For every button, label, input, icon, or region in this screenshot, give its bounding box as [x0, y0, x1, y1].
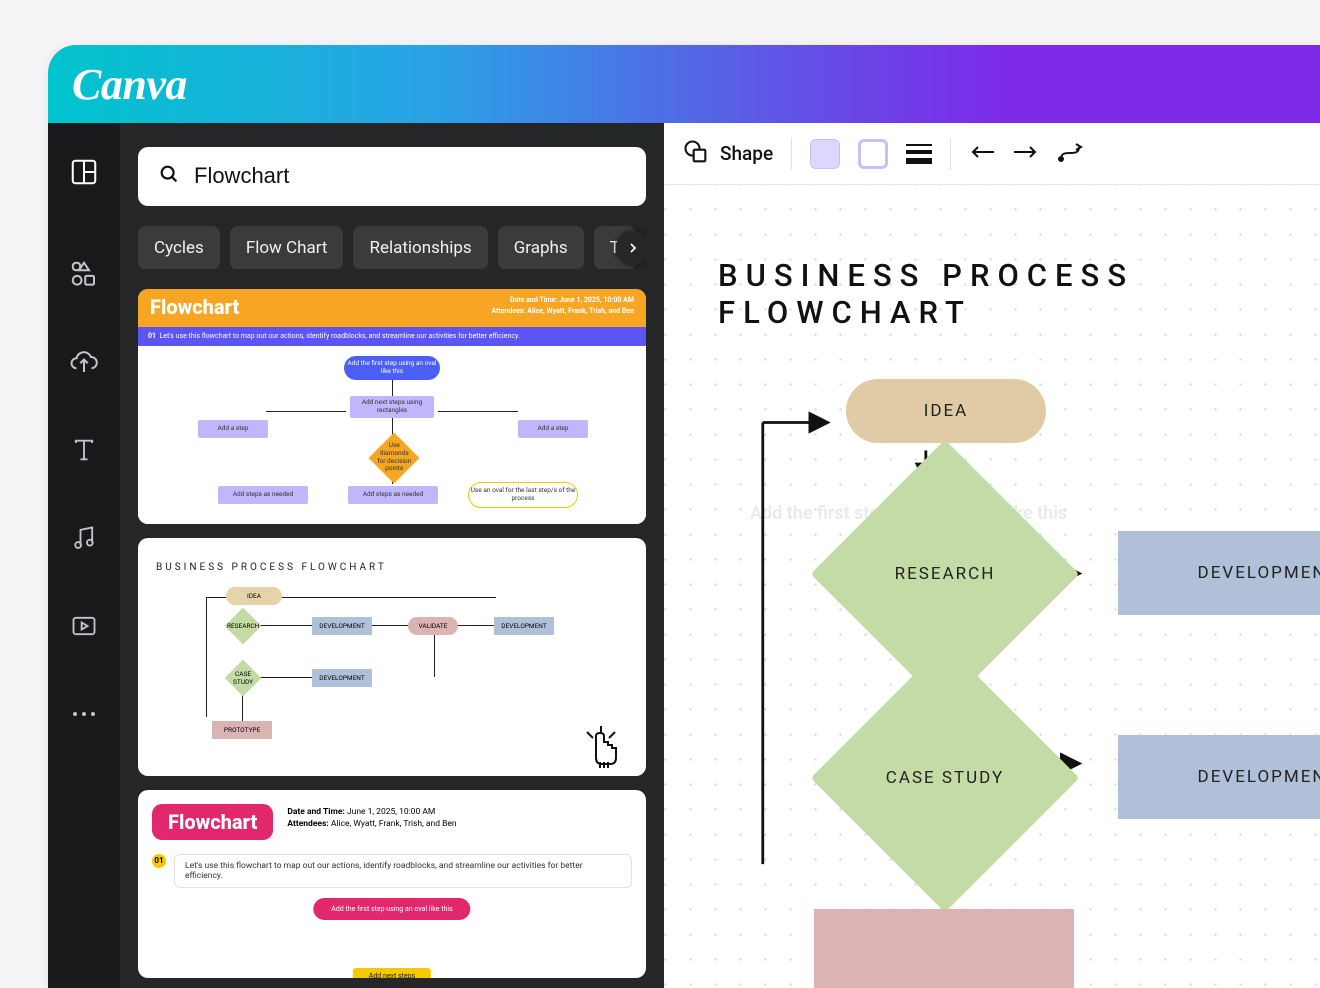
- shape-icon: [682, 138, 710, 170]
- chip-graphs[interactable]: Graphs: [498, 226, 584, 269]
- node-dev-2-label: DEVELOPMENT: [1198, 767, 1320, 787]
- search-icon: [158, 163, 180, 189]
- toolbar: Shape: [664, 123, 1320, 185]
- title-bar: Canva: [48, 45, 1320, 123]
- t2-node-prototype: PROTOTYPE: [212, 721, 272, 739]
- app-body: Cycles Flow Chart Relationships Graphs T…: [48, 123, 1320, 988]
- t1-node-diamond: Use diamonds for decision points: [376, 443, 412, 474]
- editor: Shape BUSINE: [664, 123, 1320, 988]
- template-1-meta2: Attendees: Alice, Wyatt, Frank, Trish, a…: [491, 307, 634, 315]
- shape-label: Shape: [720, 142, 773, 165]
- t1-node-bl: Add steps as needed: [218, 486, 308, 504]
- t3-meta1-label: Date and Time:: [287, 807, 345, 817]
- toolbar-separator: [791, 138, 792, 170]
- uploads-icon[interactable]: [69, 347, 99, 377]
- arrow-left-icon[interactable]: [969, 143, 995, 165]
- t3-meta1-val: June 1, 2025, 10:00 AM: [347, 807, 435, 817]
- template-1-meta1: Date and Time: June 1, 2025, 10:00 AM: [510, 296, 634, 304]
- audio-icon[interactable]: [69, 523, 99, 553]
- template-1-banner: 01 Let's use this flowchart to map out o…: [138, 327, 646, 346]
- t2-node-dev3: DEVELOPMENT: [312, 669, 372, 687]
- t3-meta2-val: Alice, Wyatt, Frank, Trish, and Ben: [331, 819, 457, 829]
- t1-node-step1: Add next steps using rectangles: [350, 396, 434, 418]
- chip-scroll-right-button[interactable]: [616, 231, 646, 265]
- t1-node-end: Use an oval for the last step/s of the p…: [468, 482, 578, 508]
- elements-icon[interactable]: [69, 259, 99, 289]
- template-1-header: Flowchart Date and Time: June 1, 2025, 1…: [138, 289, 646, 327]
- stroke-weight-button[interactable]: [906, 144, 932, 164]
- t2-node-idea: IDEA: [226, 587, 282, 605]
- node-dev-1-label: DEVELOPMENT: [1198, 563, 1320, 583]
- template-1-banner-text: Let's use this flowchart to map out our …: [160, 332, 520, 340]
- node-dev-2[interactable]: DEVELOPMENT: [1118, 735, 1320, 819]
- template-list[interactable]: Flowchart Date and Time: June 1, 2025, 1…: [138, 289, 646, 988]
- t2-node-validate: VALIDATE: [408, 617, 458, 635]
- t1-node-left: Add a step: [198, 420, 268, 438]
- click-cursor-icon: [576, 724, 626, 776]
- side-panel: Cycles Flow Chart Relationships Graphs T…: [120, 123, 664, 988]
- template-1-body: Add the first step using an oval like th…: [138, 346, 646, 524]
- chip-relationships[interactable]: Relationships: [353, 226, 487, 269]
- canvas[interactable]: BUSINESS PROCESS FLOWCHART Add the first…: [664, 185, 1320, 988]
- template-2-body: IDEA RESEARCH DEVELOPMENT VALIDATE DEVEL…: [156, 583, 628, 763]
- fill-color-swatch[interactable]: [810, 139, 840, 169]
- template-2-title: BUSINESS PROCESS FLOWCHART: [156, 562, 628, 573]
- search-input[interactable]: [194, 163, 626, 189]
- t3-box: Let's use this flowchart to map out our …: [174, 854, 632, 888]
- node-research[interactable]: RESEARCH: [850, 479, 1040, 669]
- t2-node-research: RESEARCH: [227, 622, 259, 630]
- t2-node-dev2: DEVELOPMENT: [494, 617, 554, 635]
- t1-node-bm: Add steps as needed: [348, 486, 438, 504]
- node-case-study-label: CASE STUDY: [886, 768, 1004, 788]
- template-3-meta: Date and Time: June 1, 2025, 10:00 AM At…: [287, 806, 456, 832]
- t2-node-dev1: DEVELOPMENT: [312, 617, 372, 635]
- text-icon[interactable]: [69, 435, 99, 465]
- template-card-3[interactable]: Flowchart Date and Time: June 1, 2025, 1…: [138, 790, 646, 979]
- nav-rail: [48, 123, 120, 988]
- node-research-label: RESEARCH: [895, 564, 996, 584]
- template-card-2[interactable]: BUSINESS PROCESS FLOWCHART IDEA RESEARCH: [138, 538, 646, 775]
- t3-num: 01: [152, 854, 166, 868]
- chip-row: Cycles Flow Chart Relationships Graphs T: [138, 226, 646, 269]
- node-idea[interactable]: IDEA: [846, 379, 1046, 443]
- node-bottom[interactable]: [814, 909, 1074, 988]
- template-3-head: Flowchart Date and Time: June 1, 2025, 1…: [152, 804, 632, 840]
- t3-oval: Add the first step using an oval like th…: [313, 898, 470, 920]
- node-dev-1[interactable]: DEVELOPMENT: [1118, 531, 1320, 615]
- t3-meta2-label: Attendees:: [287, 819, 328, 829]
- node-idea-label: IDEA: [924, 401, 969, 421]
- template-card-1[interactable]: Flowchart Date and Time: June 1, 2025, 1…: [138, 289, 646, 524]
- template-3-row: 01 Let's use this flowchart to map out o…: [152, 854, 632, 888]
- t2-node-case: CASE STUDY: [230, 670, 256, 686]
- template-1-banner-num: 01: [148, 332, 156, 340]
- stroke-color-swatch[interactable]: [858, 139, 888, 169]
- toolbar-separator: [950, 138, 951, 170]
- template-1-title: Flowchart: [150, 295, 239, 319]
- template-1-meta: Date and Time: June 1, 2025, 10:00 AM At…: [491, 295, 634, 316]
- brand-logo: Canva: [72, 59, 187, 110]
- chip-flow-chart[interactable]: Flow Chart: [230, 226, 344, 269]
- templates-icon[interactable]: [69, 157, 99, 187]
- t1-node-start: Add the first step using an oval like th…: [344, 356, 440, 380]
- t3-rect: Add next steps: [353, 968, 431, 978]
- template-3-badge: Flowchart: [152, 804, 273, 840]
- more-icon[interactable]: [69, 699, 99, 729]
- node-case-study[interactable]: CASE STUDY: [850, 683, 1040, 873]
- chip-cycles[interactable]: Cycles: [138, 226, 220, 269]
- app-window: Canva: [48, 45, 1320, 988]
- shape-tool[interactable]: Shape: [682, 138, 773, 170]
- arrow-right-icon[interactable]: [1013, 143, 1039, 165]
- search-box[interactable]: [138, 147, 646, 206]
- t1-node-right: Add a step: [518, 420, 588, 438]
- video-icon[interactable]: [69, 611, 99, 641]
- template-3-flow: Add the first step using an oval like th…: [152, 888, 632, 979]
- curve-icon[interactable]: [1057, 141, 1083, 167]
